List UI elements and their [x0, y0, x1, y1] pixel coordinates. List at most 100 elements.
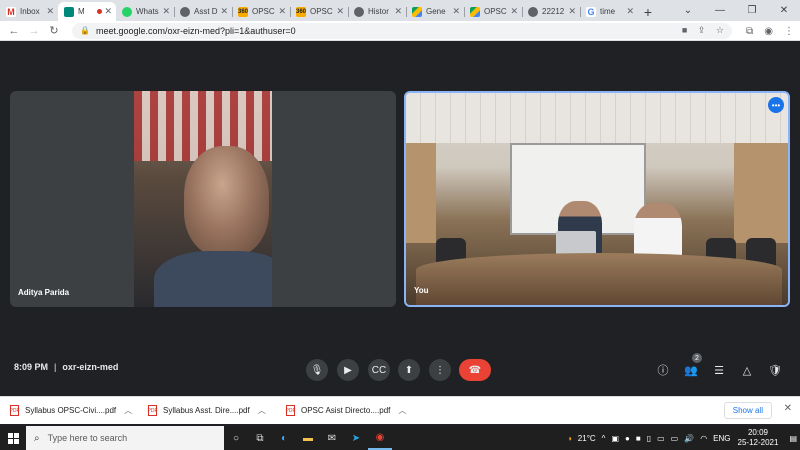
close-tab-icon[interactable]: ✕ — [510, 6, 518, 17]
taskbar-clock[interactable]: 20:09 25-12-2021 — [738, 428, 779, 448]
camera-button[interactable]: ▶ — [337, 359, 359, 381]
language-indicator[interactable]: ENG — [713, 434, 730, 443]
profile-icon[interactable]: ◉ — [764, 26, 773, 37]
forward-button[interactable]: → — [26, 23, 42, 39]
show-all-downloads-button[interactable]: Show all — [723, 402, 772, 419]
file-explorer-icon[interactable]: ▬ — [296, 426, 320, 450]
close-tab-icon[interactable]: ✕ — [162, 6, 170, 17]
wifi-icon[interactable]: ◠ — [700, 434, 707, 443]
browser-tab[interactable]: OPSC ✕ — [464, 2, 522, 21]
download-item[interactable]: PDF Syllabus Asst. Dire....pdf ︿ — [138, 405, 276, 416]
tray-app-icon[interactable]: ▣ — [611, 434, 619, 443]
tab-title: 22212 — [542, 7, 565, 16]
participant-tile-aditya[interactable]: Aditya Parida — [10, 91, 396, 307]
download-filename: Syllabus OPSC-Civi....pdf — [25, 406, 117, 415]
minimize-button[interactable]: — — [704, 0, 736, 21]
new-tab-button[interactable]: + — [638, 2, 658, 21]
volume-icon[interactable]: 🔊 — [684, 434, 694, 443]
extensions-icon[interactable]: ⧉ — [746, 26, 753, 37]
activities-icon: △ — [742, 364, 752, 377]
browser-tab[interactable]: M Inbox ✕ — [0, 2, 58, 21]
temperature[interactable]: 21°C — [578, 434, 596, 443]
cortana-icon[interactable]: ○ — [224, 426, 248, 450]
captions-button[interactable]: CC — [368, 359, 390, 381]
close-tab-icon[interactable]: ✕ — [626, 6, 634, 17]
present-button[interactable]: ⬆ — [398, 359, 420, 381]
close-tab-icon[interactable]: ✕ — [220, 6, 228, 17]
chat-button[interactable]: ☰ — [708, 359, 730, 381]
close-tab-icon[interactable]: ✕ — [568, 6, 576, 17]
activities-button[interactable]: △ — [736, 359, 758, 381]
present-screen-icon: ⬆ — [404, 364, 414, 376]
360-icon: 360 — [296, 6, 307, 17]
restore-button[interactable]: ❐ — [736, 0, 768, 21]
browser-tab[interactable]: Whats ✕ — [116, 2, 174, 21]
browser-tab[interactable]: Gtime ✕ — [580, 2, 638, 21]
lock-icon[interactable]: 🔒 — [80, 26, 90, 35]
close-window-button[interactable]: ✕ — [768, 0, 800, 21]
host-controls-button[interactable]: 🛡 — [764, 359, 786, 381]
person-right — [634, 203, 682, 261]
tray-overflow-icon[interactable]: ^ — [602, 434, 606, 443]
bookmark-star-icon[interactable]: ☆ — [716, 25, 724, 35]
browser-tab[interactable]: Gene ✕ — [406, 2, 464, 21]
wall-panel — [734, 143, 788, 243]
reload-button[interactable]: ↻ — [46, 23, 62, 39]
chevron-up-icon[interactable]: ︿ — [258, 405, 266, 416]
notifications-icon[interactable]: ▤ — [789, 434, 797, 443]
close-tab-icon[interactable]: ✕ — [104, 6, 112, 17]
close-tab-icon[interactable]: ✕ — [278, 6, 286, 17]
close-tab-icon[interactable]: ✕ — [336, 6, 344, 17]
participant-video — [134, 91, 272, 307]
lock-shield-icon: 🛡 — [768, 364, 782, 377]
chevron-up-icon[interactable]: ︿ — [398, 405, 406, 416]
telegram-icon[interactable]: ➤ — [344, 426, 368, 450]
browser-tab[interactable]: M ✕ — [58, 2, 116, 21]
video-camera-icon: ▶ — [344, 364, 352, 376]
close-tab-icon[interactable]: ✕ — [46, 6, 54, 17]
microphone-button[interactable]: 🎙 — [306, 359, 328, 381]
browser-tab[interactable]: 360 OPSC ✕ — [290, 2, 348, 21]
tray-app-icon[interactable]: ● — [625, 434, 630, 443]
weather-icon[interactable]: ◑ — [567, 434, 572, 443]
browser-tab[interactable]: 22212 ✕ — [522, 2, 580, 21]
battery-icon[interactable]: ▭ — [671, 434, 679, 443]
close-downloads-icon[interactable]: ✕ — [784, 403, 792, 414]
participant-tile-you[interactable]: ••• You — [404, 91, 790, 307]
share-icon[interactable]: ⇪ — [698, 25, 706, 35]
browser-tab[interactable]: Asst D ✕ — [174, 2, 232, 21]
url-text[interactable]: meet.google.com/oxr-eizn-med?pli=1&authu… — [96, 26, 674, 36]
tab-search-icon[interactable]: ⌄ — [672, 0, 704, 21]
tab-title: Asst D — [194, 7, 218, 16]
taskbar-search-box[interactable]: ⌕ Type here to search — [26, 426, 224, 450]
download-item[interactable]: PDF Syllabus OPSC-Civi....pdf ︿ — [0, 405, 138, 416]
chevron-up-icon[interactable]: ︿ — [124, 405, 132, 416]
network-icon[interactable]: ▭ — [657, 434, 665, 443]
download-item[interactable]: PDF OPSC Asist Directo....pdf ︿ — [276, 405, 414, 416]
edge-icon[interactable]: ◐ — [272, 426, 296, 450]
conference-room-video — [406, 93, 788, 305]
end-call-button[interactable]: ☎ — [459, 359, 491, 381]
close-tab-icon[interactable]: ✕ — [452, 6, 460, 17]
back-button[interactable]: ← — [6, 23, 22, 39]
close-tab-icon[interactable]: ✕ — [394, 6, 402, 17]
chrome-taskbar-icon[interactable]: ◉ — [368, 426, 392, 450]
windows-taskbar: ⌕ Type here to search ○ ⧉ ◐ ▬ ✉ ➤ ◉ ◑ 21… — [0, 426, 800, 450]
info-icon: ⓘ — [657, 365, 669, 377]
browser-tab[interactable]: Histor ✕ — [348, 2, 406, 21]
browser-tab[interactable]: 360 OPSC ✕ — [232, 2, 290, 21]
more-options-button[interactable]: ⋮ — [429, 359, 451, 381]
mail-icon[interactable]: ✉ — [320, 426, 344, 450]
tray-app-icon[interactable]: ▯ — [647, 434, 651, 443]
meeting-code: oxr-eizn-med — [62, 362, 119, 372]
wall-panel — [406, 143, 436, 243]
downloads-bar: PDF Syllabus OPSC-Civi....pdf ︿ PDF Syll… — [0, 396, 800, 424]
meeting-info-button[interactable]: ⓘ — [652, 359, 674, 381]
menu-icon[interactable]: ⋮ — [784, 26, 794, 37]
tray-app-icon[interactable]: ■ — [636, 434, 641, 443]
camera-icon[interactable]: ■ — [682, 25, 687, 35]
task-view-icon[interactable]: ⧉ — [248, 426, 272, 450]
address-bar[interactable]: 🔒 meet.google.com/oxr-eizn-med?pli=1&aut… — [72, 22, 732, 39]
conference-table — [416, 253, 782, 305]
start-button[interactable] — [0, 426, 26, 450]
